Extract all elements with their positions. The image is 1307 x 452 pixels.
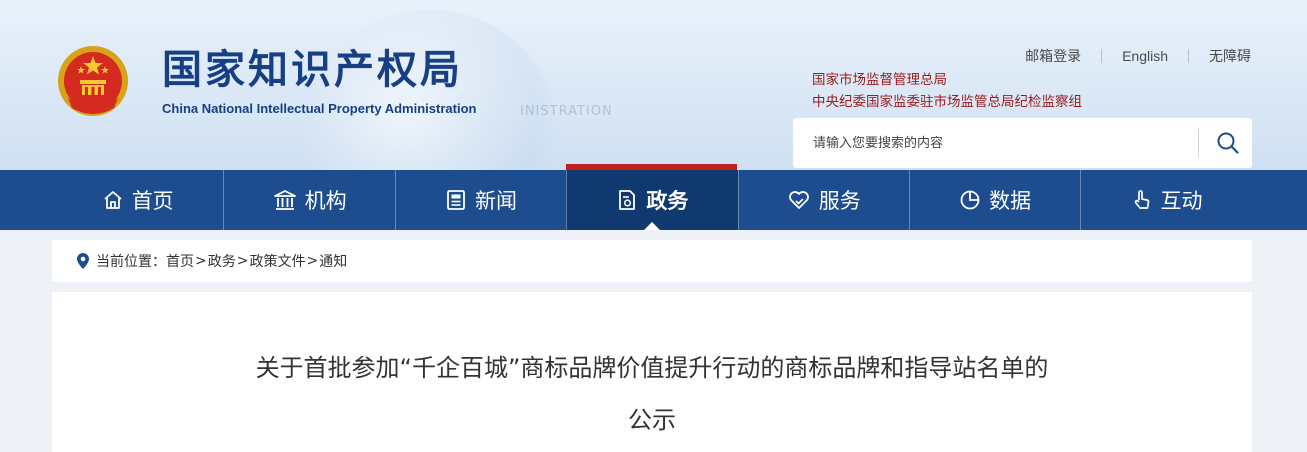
location-pin-icon: [77, 253, 89, 269]
nav-item-institution[interactable]: 机构: [223, 170, 394, 230]
breadcrumb-separator: >: [195, 253, 207, 269]
main-nav: 首页 机构 新闻 政务 服务 数据 互动: [0, 164, 1307, 230]
breadcrumb-notices[interactable]: 通知: [319, 251, 347, 271]
nav-item-home[interactable]: 首页: [52, 170, 223, 230]
national-emblem-icon: [58, 46, 128, 116]
search-input[interactable]: [793, 118, 1193, 168]
search-icon: [1217, 132, 1239, 154]
breadcrumb-separator: >: [236, 253, 249, 269]
breadcrumb-separator: >: [306, 253, 319, 269]
header-watermark: INISTRATION: [520, 104, 613, 119]
search-button[interactable]: [1203, 118, 1252, 168]
search-box: [793, 118, 1252, 168]
pie-chart-icon: [960, 190, 980, 210]
nav-item-data[interactable]: 数据: [908, 170, 1080, 230]
news-icon: [447, 190, 465, 210]
article-title: 关于首批参加“千企百城”商标品牌价值提升行动的商标品牌和指导站名单的 公示: [52, 342, 1252, 446]
accessibility-link[interactable]: 无障碍: [1209, 46, 1251, 66]
mailbox-login-link[interactable]: 邮箱登录: [1025, 46, 1081, 66]
heart-hand-icon: [788, 191, 809, 209]
org-link-samr[interactable]: 国家市场监督管理总局: [812, 68, 947, 88]
home-icon: [104, 191, 122, 209]
nav-item-label: 数据: [989, 189, 1032, 213]
article-container: 关于首批参加“千企百城”商标品牌价值提升行动的商标品牌和指导站名单的 公示: [52, 292, 1252, 452]
breadcrumb-government-affairs[interactable]: 政务: [208, 251, 236, 271]
nav-item-label: 机构: [304, 189, 347, 213]
nav-item-interaction[interactable]: 互动: [1080, 170, 1251, 230]
site-title[interactable]: 国家知识产权局: [162, 46, 463, 94]
divider: [1198, 128, 1199, 158]
nav-item-label: 服务: [818, 189, 861, 213]
nav-item-label: 新闻: [474, 189, 517, 213]
site-title-english: China National Intellectual Property Adm…: [162, 101, 477, 116]
nav-item-services[interactable]: 服务: [737, 170, 909, 230]
article-title-line2: 公示: [628, 406, 676, 434]
article-title-line1: 关于首批参加“千企百城”商标品牌价值提升行动的商标品牌和指导站名单的: [255, 354, 1049, 382]
divider: [1101, 49, 1103, 63]
top-links: 邮箱登录 English 无障碍: [1025, 46, 1251, 66]
nav-item-news[interactable]: 新闻: [394, 170, 566, 230]
breadcrumb-policy-documents[interactable]: 政策文件: [249, 251, 305, 271]
site-header: INISTRATION 国家知识产权局 China National Intel…: [0, 0, 1307, 170]
breadcrumb: 当前位置： 首页 > 政务 > 政策文件 > 通知: [52, 240, 1252, 282]
breadcrumb-home[interactable]: 首页: [166, 251, 194, 271]
hand-pointer-icon: [1134, 190, 1149, 209]
divider: [1188, 49, 1189, 63]
nav-item-label: 首页: [131, 189, 174, 213]
english-link[interactable]: English: [1122, 48, 1168, 64]
breadcrumb-prefix: 当前位置：: [96, 254, 166, 270]
institution-icon: [273, 190, 296, 210]
org-link-discipline-group[interactable]: 中央纪委国家监委驻市场监管总局纪检监察组: [812, 90, 1082, 110]
nav-item-label: 互动: [1160, 189, 1203, 213]
nav-item-government-affairs[interactable]: 政务: [566, 170, 738, 230]
document-icon: [619, 190, 636, 210]
nav-item-label: 政务: [646, 189, 689, 213]
